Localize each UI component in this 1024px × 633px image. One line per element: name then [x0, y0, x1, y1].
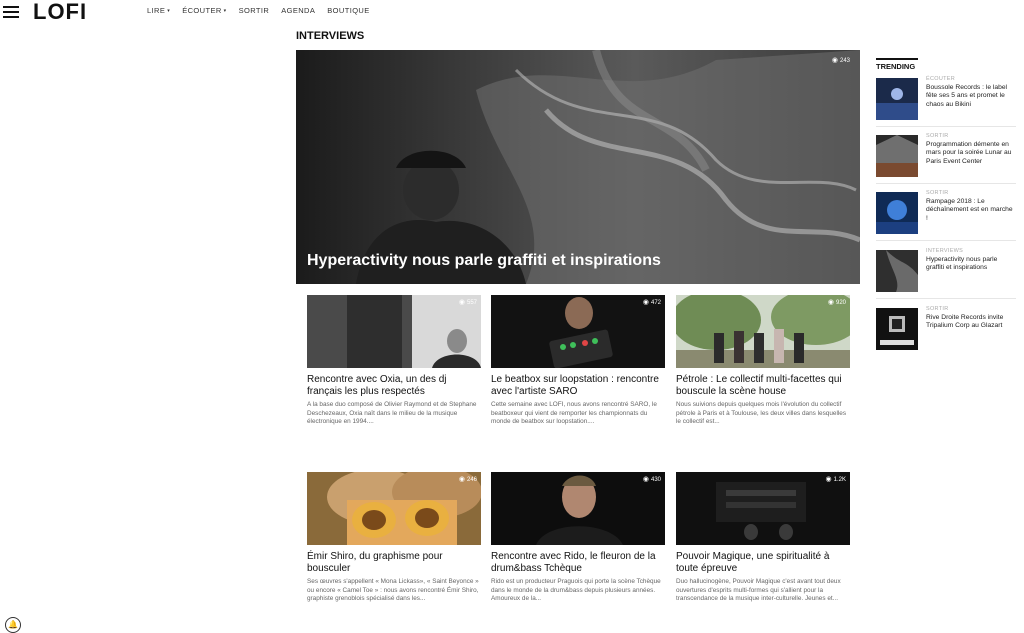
- view-count-value: 472: [650, 300, 661, 306]
- article-excerpt: A la base duo composé de Olivier Raymond…: [307, 401, 477, 426]
- article-thumbnail[interactable]: ◉ 430: [491, 472, 665, 545]
- article-title[interactable]: Pétrole : Le collectif multi-facettes qu…: [676, 374, 850, 398]
- hero-image: [296, 50, 860, 284]
- menu-icon[interactable]: [3, 6, 19, 18]
- hero-article[interactable]: ◉ 243 Hyperactivity nous parle graffiti e…: [296, 50, 860, 284]
- article-card[interactable]: ◉ 920 Pétrole : Le collectif multi-facett…: [676, 295, 850, 427]
- trending-item[interactable]: INTERVIEWS Hyperactivity nous parle graf…: [876, 248, 1016, 299]
- view-count-value: 920: [835, 300, 846, 306]
- trending-rule: [876, 58, 918, 60]
- eye-icon: ◉: [827, 299, 834, 306]
- view-count-value: 246: [466, 477, 477, 483]
- eye-icon: ◉: [642, 299, 649, 306]
- trending-item[interactable]: ÉCOUTER Boussole Records : le label fête…: [876, 76, 1016, 127]
- main-nav: LIRE ▾ ÉCOUTER ▾ SORTIR AGENDA BOUTIQUE: [147, 6, 370, 15]
- view-count: ◉ 1.2K: [826, 475, 846, 483]
- view-count: ◉ 243: [832, 56, 850, 64]
- view-count-value: 430: [650, 477, 661, 483]
- view-count: ◉ 557: [459, 298, 477, 306]
- nav-label: ÉCOUTER: [182, 6, 222, 15]
- trending-title: TRENDING: [876, 62, 916, 71]
- nav-item-agenda[interactable]: AGENDA: [281, 6, 315, 15]
- article-excerpt: Cette semaine avec LOFI, nous avons renc…: [491, 401, 657, 426]
- article-card[interactable]: ◉ 430 Rencontre avec Rido, le fleuron de …: [491, 472, 665, 604]
- trending-category[interactable]: ÉCOUTER: [926, 76, 955, 82]
- article-thumbnail[interactable]: ◉ 557: [307, 295, 481, 368]
- eye-icon: ◉: [458, 476, 465, 483]
- site-logo[interactable]: LOFI: [33, 0, 87, 25]
- eye-icon: ◉: [831, 57, 838, 64]
- article-title[interactable]: Rencontre avec Oxia, un des dj français …: [307, 374, 481, 398]
- nav-item-sortir[interactable]: SORTIR: [239, 6, 270, 15]
- article-title[interactable]: Le beatbox sur loopstation : rencontre a…: [491, 374, 665, 398]
- trending-item[interactable]: SORTIR Rive Droite Records invite Tripal…: [876, 306, 1016, 356]
- chevron-down-icon: ▾: [167, 8, 171, 14]
- trending-category[interactable]: INTERVIEWS: [926, 248, 963, 254]
- view-count-value: 243: [839, 58, 850, 64]
- eye-icon: ◉: [458, 299, 465, 306]
- trending-link[interactable]: Rampage 2018 : Le déchaînement est en ma…: [926, 198, 1016, 223]
- article-title[interactable]: Pouvoir Magique, une spiritualité à tout…: [676, 551, 850, 575]
- article-thumbnail[interactable]: ◉ 1.2K: [676, 472, 850, 545]
- article-excerpt: Nous suivions depuis quelques mois l'évo…: [676, 401, 847, 426]
- article-excerpt: Rido est un producteur Praguois qui port…: [491, 578, 661, 603]
- nav-item-ecouter[interactable]: ÉCOUTER ▾: [182, 6, 226, 15]
- nav-item-boutique[interactable]: BOUTIQUE: [327, 6, 369, 15]
- article-title[interactable]: Émir Shiro, du graphisme pour bousculer: [307, 551, 481, 575]
- article-thumbnail[interactable]: ◉ 920: [676, 295, 850, 368]
- trending-link[interactable]: Hyperactivity nous parle graffiti et ins…: [926, 256, 1016, 273]
- view-count: ◉ 472: [643, 298, 661, 306]
- article-card[interactable]: ◉ 557 Rencontre avec Oxia, un des dj fran…: [307, 295, 481, 427]
- trending-item[interactable]: SORTIR Rampage 2018 : Le déchaînement es…: [876, 190, 1016, 241]
- trending-thumbnail[interactable]: [876, 135, 918, 177]
- trending-link[interactable]: Boussole Records : le label fête ses 5 a…: [926, 84, 1016, 109]
- view-count: ◉ 920: [828, 298, 846, 306]
- view-count: ◉ 430: [643, 475, 661, 483]
- top-bar: LOFI LIRE ▾ ÉCOUTER ▾ SORTIR AGENDA BOUTIQ…: [0, 0, 1024, 24]
- view-count-value: 1.2K: [833, 477, 846, 483]
- chevron-down-icon: ▾: [223, 8, 227, 14]
- trending-category[interactable]: SORTIR: [926, 133, 948, 139]
- hero-title[interactable]: Hyperactivity nous parle graffiti et ins…: [307, 252, 661, 270]
- article-title[interactable]: Rencontre avec Rido, le fleuron de la dr…: [491, 551, 665, 575]
- trending-item[interactable]: SORTIR Programmation démente en mars pou…: [876, 133, 1016, 184]
- trending-thumbnail[interactable]: [876, 308, 918, 350]
- eye-icon: ◉: [642, 476, 649, 483]
- trending-link[interactable]: Programmation démente en mars pour la so…: [926, 141, 1016, 166]
- article-card[interactable]: ◉ 472 Le beatbox sur loopstation : rencon…: [491, 295, 665, 427]
- trending-link[interactable]: Rive Droite Records invite Tripalium Cor…: [926, 314, 1016, 331]
- trending-thumbnail[interactable]: [876, 192, 918, 234]
- article-card[interactable]: ◉ 246 Émir Shiro, du graphisme pour bousc…: [307, 472, 481, 604]
- trending-thumbnail[interactable]: [876, 250, 918, 292]
- article-card[interactable]: ◉ 1.2K Pouvoir Magique, une spiritualité …: [676, 472, 850, 604]
- trending-category[interactable]: SORTIR: [926, 306, 948, 312]
- view-count-value: 557: [466, 300, 477, 306]
- trending-category[interactable]: SORTIR: [926, 190, 948, 196]
- view-count: ◉ 246: [459, 475, 477, 483]
- article-thumbnail[interactable]: ◉ 472: [491, 295, 665, 368]
- eye-icon: ◉: [825, 476, 832, 483]
- nav-label: LIRE: [147, 6, 166, 15]
- article-excerpt: Duo hallucinogène, Pouvoir Magique c'est…: [676, 578, 841, 603]
- trending-thumbnail[interactable]: [876, 78, 918, 120]
- article-excerpt: Ses œuvres s'appellent « Mona Lickass», …: [307, 578, 479, 603]
- section-title: INTERVIEWS: [296, 30, 365, 42]
- article-thumbnail[interactable]: ◉ 246: [307, 472, 481, 545]
- nav-item-lire[interactable]: LIRE ▾: [147, 6, 170, 15]
